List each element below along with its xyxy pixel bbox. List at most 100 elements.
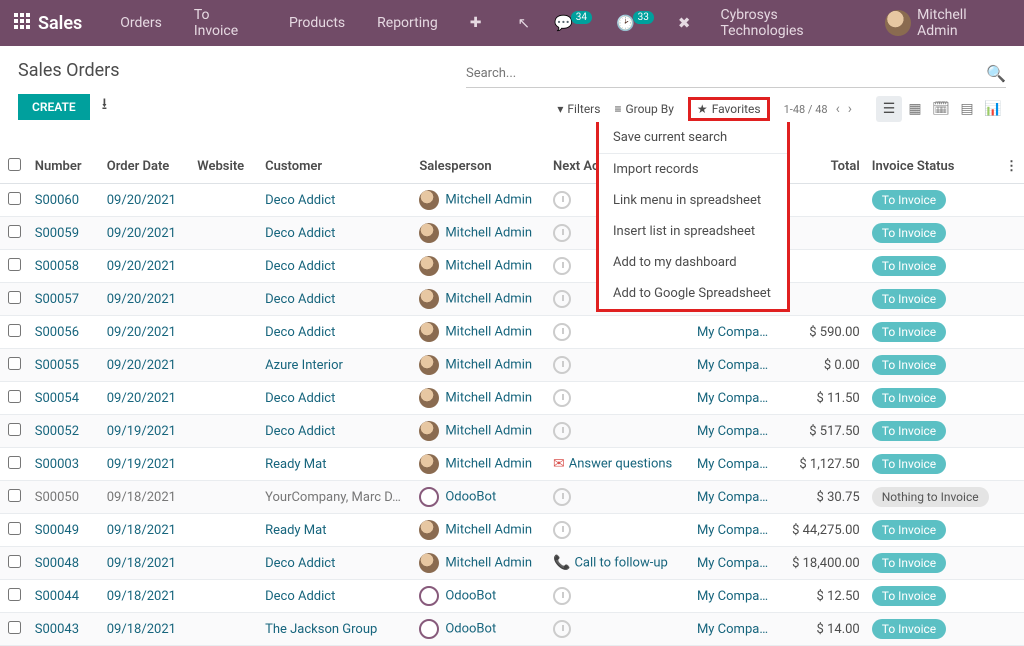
cell-number[interactable]: S00056 [29,316,101,349]
apps-icon[interactable] [14,13,30,34]
table-row[interactable]: S0005609/20/2021Deco AddictMitchell Admi… [0,316,1024,349]
user-menu[interactable]: Mitchell Admin [885,7,1010,39]
row-checkbox[interactable] [8,621,21,634]
pager-next-icon[interactable]: › [848,101,852,117]
cell-company[interactable]: My Compa… [691,448,777,481]
clock-icon[interactable] [553,191,571,209]
cell-activity[interactable] [547,613,691,646]
cell-company[interactable]: My Compa… [691,613,777,646]
cell-number[interactable]: S00060 [29,184,101,217]
cell-number[interactable]: S00049 [29,514,101,547]
row-checkbox[interactable] [8,192,21,205]
cell-customer[interactable]: Azure Interior [259,349,413,382]
app-brand[interactable]: Sales [38,13,82,34]
nav-orders[interactable]: Orders [108,15,174,31]
view-pivot-icon[interactable]: ▤ [954,96,980,122]
view-kanban-icon[interactable]: ▦ [902,96,928,122]
th-order-date[interactable]: Order Date [101,150,191,184]
pager-prev-icon[interactable]: ‹ [836,101,840,117]
cell-customer[interactable]: Deco Addict [259,184,413,217]
table-row[interactable]: S0005909/20/2021Deco AddictMitchell Admi… [0,217,1024,250]
clock-icon[interactable] [553,356,571,374]
row-checkbox[interactable] [8,324,21,337]
cell-salesperson[interactable]: OdooBot [413,580,547,613]
row-checkbox[interactable] [8,555,21,568]
row-checkbox[interactable] [8,423,21,436]
cell-salesperson[interactable]: Mitchell Admin [413,514,547,547]
cell-salesperson[interactable]: Mitchell Admin [413,382,547,415]
salesperson-name[interactable]: Mitchell Admin [445,391,532,406]
cell-number[interactable]: S00048 [29,547,101,580]
cell-date[interactable]: 09/20/2021 [101,316,191,349]
cell-company[interactable]: My Compa… [691,382,777,415]
salesperson-name[interactable]: Mitchell Admin [445,523,532,538]
dd-add-google[interactable]: Add to Google Spreadsheet [599,278,787,309]
dd-import-records[interactable]: Import records [599,154,787,185]
search-icon[interactable]: 🔍 [986,64,1006,83]
nav-reporting[interactable]: Reporting [365,15,450,31]
dd-insert-list[interactable]: Insert list in spreadsheet [599,216,787,247]
cell-customer[interactable]: Ready Mat [259,448,413,481]
th-website[interactable]: Website [191,150,259,184]
cell-salesperson[interactable]: Mitchell Admin [413,250,547,283]
cell-company[interactable]: My Compa… [691,580,777,613]
cell-customer[interactable]: Deco Addict [259,415,413,448]
salesperson-name[interactable]: Mitchell Admin [445,556,532,571]
clock-icon[interactable] [553,620,571,638]
cell-date[interactable]: 09/18/2021 [101,547,191,580]
th-number[interactable]: Number [29,150,101,184]
table-row[interactable]: S0004409/18/2021Deco AddictOdooBotMy Com… [0,580,1024,613]
search-input[interactable] [466,64,986,83]
cell-customer[interactable]: YourCompany, Marc D… [259,481,413,514]
clock-icon[interactable] [553,257,571,275]
table-row[interactable]: S0006009/20/2021Deco AddictMitchell Admi… [0,184,1024,217]
table-row[interactable]: S0005009/18/2021YourCompany, Marc D…Odoo… [0,481,1024,514]
clock-icon[interactable] [553,422,571,440]
pager-value[interactable]: 1-48 / 48 [784,103,828,116]
cell-number[interactable]: S00058 [29,250,101,283]
cell-activity[interactable] [547,580,691,613]
clock-icon[interactable] [553,389,571,407]
cell-date[interactable]: 09/20/2021 [101,250,191,283]
create-button[interactable]: CREATE [18,94,90,120]
row-checkbox[interactable] [8,225,21,238]
table-row[interactable]: S0005209/19/2021Deco AddictMitchell Admi… [0,415,1024,448]
cell-company[interactable]: My Compa… [691,547,777,580]
cell-number[interactable]: S00054 [29,382,101,415]
activity-text[interactable]: Answer questions [569,456,673,471]
cell-activity[interactable] [547,382,691,415]
clock-icon[interactable] [553,488,571,506]
cell-activity[interactable]: 📞Call to follow-up [547,547,691,580]
nav-to-invoice[interactable]: To Invoice [182,7,269,39]
cell-date[interactable]: 09/18/2021 [101,514,191,547]
cell-customer[interactable]: Deco Addict [259,217,413,250]
table-row[interactable]: S0000309/19/2021Ready MatMitchell Admin✉… [0,448,1024,481]
cell-number[interactable]: S00055 [29,349,101,382]
salesperson-name[interactable]: OdooBot [445,622,496,637]
cell-customer[interactable]: Deco Addict [259,283,413,316]
salesperson-name[interactable]: Mitchell Admin [445,292,532,307]
row-checkbox[interactable] [8,588,21,601]
cell-number[interactable]: S00003 [29,448,101,481]
dd-save-search[interactable]: Save current search [599,122,787,153]
cell-date[interactable]: 09/18/2021 [101,613,191,646]
salesperson-name[interactable]: OdooBot [445,490,496,505]
shortcut-icon[interactable]: ↖ [509,14,538,32]
favorites-button[interactable]: ★ Favorites [688,97,770,121]
cell-salesperson[interactable]: Mitchell Admin [413,415,547,448]
cell-customer[interactable]: Deco Addict [259,547,413,580]
cell-company[interactable]: My Compa… [691,481,777,514]
cell-customer[interactable]: Deco Addict [259,580,413,613]
th-customer[interactable]: Customer [259,150,413,184]
salesperson-name[interactable]: Mitchell Admin [445,193,532,208]
clock-icon[interactable] [553,323,571,341]
row-checkbox[interactable] [8,489,21,502]
salesperson-name[interactable]: Mitchell Admin [445,358,532,373]
row-checkbox[interactable] [8,390,21,403]
salesperson-name[interactable]: Mitchell Admin [445,259,532,274]
salesperson-name[interactable]: OdooBot [445,589,496,604]
cell-activity[interactable]: ✉Answer questions [547,448,691,481]
cell-date[interactable]: 09/20/2021 [101,382,191,415]
table-row[interactable]: S0004809/18/2021 Deco Addict Mitchell Admi… [0,547,1024,580]
salesperson-name[interactable]: Mitchell Admin [445,325,532,340]
